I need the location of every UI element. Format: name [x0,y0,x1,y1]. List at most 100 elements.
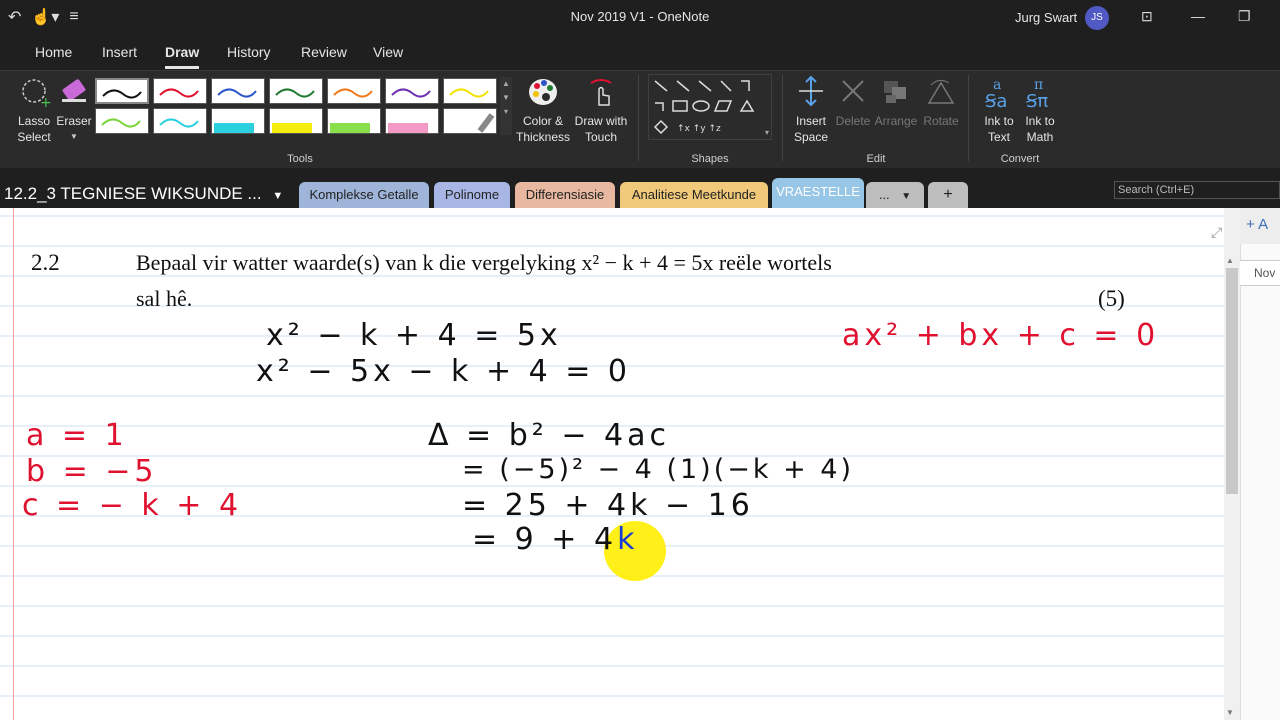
ribbon: + Lasso Select Eraser ▼ ▲ ▼ ▾ Color & Th… [0,70,1280,168]
ribbon-divider [782,75,783,161]
avatar[interactable]: JS [1085,6,1109,30]
pen-black[interactable] [95,78,149,104]
ink-coef-c: c = − k + 4 [22,488,243,523]
arrange-label: Arrange [874,114,918,128]
highlighter-cyan[interactable] [211,108,265,134]
ribbon-display-icon[interactable]: ⊡ [1141,8,1153,25]
palette-icon [529,79,557,105]
svg-text:↑x ↑y ↑z: ↑x ↑y ↑z [677,124,721,134]
ink-standard-form: ax² + bx + c = 0 [842,318,1160,353]
draw-touch-label-2: Touch [584,130,618,144]
expand-icon[interactable]: ⤢ [1211,224,1222,241]
ink-coef-a: a = 1 [26,418,128,453]
lasso-select-button[interactable]: + Lasso Select [12,77,56,145]
ribbon-divider [638,75,639,161]
question-line-1: Bepaal vir watter waarde(s) van k die ve… [136,250,832,275]
tab-more[interactable]: ... ▼ [866,182,924,208]
notebook-name: 12.2_3 TEGNIESE WIKSUNDE ... [4,184,262,203]
question-line-2: sal hê. [136,286,193,311]
tab-vraestelle[interactable]: VRAESTELLE [772,178,864,208]
ink-to-math-label-2: Math [1026,130,1054,144]
pencil-gray[interactable] [443,108,497,134]
arrange-button[interactable]: Arrange [872,75,920,129]
delete-button[interactable]: Delete [834,75,872,129]
ribbon-divider [968,75,969,161]
tab-analitiese-meetkunde[interactable]: Analitiese Meetkunde [620,182,768,208]
ink-to-math-button[interactable]: π Ꞩπ Ink to Math [1020,75,1060,145]
lasso-label-2: Select [17,130,51,144]
shapes-gallery: ↑x ↑y ↑z ▾ [648,74,772,140]
touch-draw-icon [590,79,612,106]
eraser-dropdown-icon[interactable]: ▼ [54,129,94,145]
svg-text:+: + [40,95,52,109]
pen-purple[interactable] [385,78,439,104]
highlighter-green[interactable] [327,108,381,134]
eraser-button[interactable]: Eraser ▼ [54,77,94,145]
question-number: 2.2 [31,250,60,275]
search-input[interactable]: Search (Ctrl+E) [1114,181,1280,199]
scroll-down-icon[interactable]: ▼ [1226,708,1234,717]
add-section-button[interactable]: + [928,182,968,208]
eraser-label: Eraser [56,114,92,128]
insert-space-button[interactable]: Insert Space [788,75,834,145]
chevron-down-icon: ▼ [272,190,284,202]
lasso-label-1: Lasso [17,114,51,128]
pen-gallery [95,74,497,136]
color-thickness-label-2: Thickness [515,130,571,144]
minimize-icon[interactable]: — [1191,8,1205,24]
ink-to-text-button[interactable]: a Ꞩa Ink to Text [978,75,1020,145]
pen-blue[interactable] [211,78,265,104]
highlighter-pink[interactable] [385,108,439,134]
pen-lightgreen[interactable] [95,108,149,134]
shapes-icons[interactable]: ↑x ↑y ↑z [649,75,771,139]
menu-history[interactable]: History [227,44,271,60]
delete-label: Delete [835,114,871,128]
menu-view[interactable]: View [373,44,403,60]
color-thickness-label-1: Color & [522,114,563,128]
ink-equation-2: x² − 5x − k + 4 = 0 [256,354,632,389]
user-name[interactable]: Jurg Swart [1015,10,1077,25]
ink-delta-4-prefix: = 9 + 4 [472,522,618,557]
scrollbar-thumb[interactable] [1226,268,1238,494]
shapes-more-icon[interactable]: ▾ [765,128,769,137]
pen-red[interactable] [153,78,207,104]
eraser-icon [62,79,86,102]
add-page-button[interactable]: + A [1240,208,1280,244]
page-canvas[interactable]: 2.2 Bepaal vir watter waarde(s) van k di… [0,208,1224,720]
tab-polinome[interactable]: Polinome [434,182,510,208]
lasso-icon: + [22,79,52,111]
menu-review[interactable]: Review [301,44,347,60]
delete-icon [842,80,864,102]
ink-to-math-icon: π Ꞩπ [1026,77,1048,112]
color-thickness-button[interactable]: Color & Thickness [514,75,572,145]
highlighter-yellow[interactable] [269,108,323,134]
arrange-icon [884,81,906,103]
pen-yellow[interactable] [443,78,497,104]
menu-draw[interactable]: Draw [165,44,199,60]
ink-delta-4: = 9 + 4k [472,522,638,557]
restore-icon[interactable]: ❐ [1238,8,1251,25]
group-label-shapes: Shapes [691,153,729,165]
pen-orange[interactable] [327,78,381,104]
ink-equation-1: x² − k + 4 = 5x [266,318,562,353]
ink-delta-4-k: k [617,522,639,557]
draw-touch-label-1: Draw with [574,114,628,128]
pen-cyan[interactable] [153,108,207,134]
chevron-down-icon: ▼ [901,191,912,202]
scroll-up-icon[interactable]: ▲ [1226,256,1234,265]
menu-insert[interactable]: Insert [102,44,137,60]
draw-with-touch-button[interactable]: Draw with Touch [572,75,630,145]
pen-green[interactable] [269,78,323,104]
menu-home[interactable]: Home [35,44,72,60]
tab-differensiasie[interactable]: Differensiasie [515,182,615,208]
ink-to-text-label-2: Text [987,130,1010,144]
rotate-icon [927,79,955,104]
svg-text:Ꞩa: Ꞩa [985,91,1007,109]
rotate-button[interactable]: Rotate [920,75,962,129]
ink-to-text-label-1: Ink to [984,114,1014,128]
notebook-dropdown[interactable]: 12.2_3 TEGNIESE WIKSUNDE ... ▼ [4,184,283,204]
tab-komplekse-getalle[interactable]: Komplekse Getalle [299,182,429,208]
question-marks: (5) [1098,286,1125,311]
pen-gallery-scroll[interactable]: ▲ ▼ ▾ [500,77,512,135]
page-list-item[interactable]: Nov [1240,260,1280,286]
